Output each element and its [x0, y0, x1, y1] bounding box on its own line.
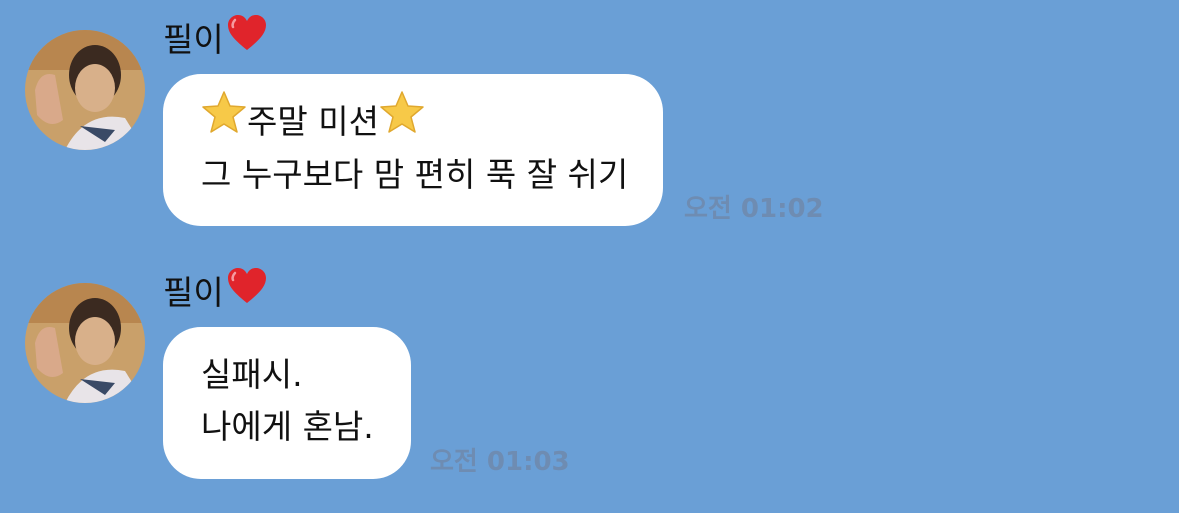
message-line: 주말 미션 [201, 91, 625, 149]
message-bubble[interactable]: 실패시. 나에게 혼남. [163, 327, 411, 479]
message-text: 주말 미션 [247, 102, 379, 141]
avatar[interactable] [25, 30, 145, 150]
sender-name: 필이 [163, 15, 268, 63]
message-timestamp: 오전 01:03 [430, 447, 570, 477]
message-bubble[interactable]: 주말 미션 그 누구보다 맘 편히 푹 잘 쉬기 [163, 74, 663, 226]
star-icon [201, 90, 247, 149]
sender-name-text: 필이 [163, 273, 224, 312]
message-line: 나에게 혼남. [201, 407, 374, 446]
message-line: 그 누구보다 맘 편히 푹 잘 쉬기 [201, 155, 629, 194]
message-line: 실패시. [201, 355, 303, 394]
avatar[interactable] [25, 283, 145, 403]
message-timestamp: 오전 01:02 [684, 194, 824, 224]
avatar-photo [25, 30, 145, 150]
sender-name: 필이 [163, 268, 268, 316]
heart-icon [226, 267, 268, 316]
avatar-photo [25, 283, 145, 403]
sender-name-text: 필이 [163, 20, 224, 59]
star-icon [379, 90, 425, 149]
heart-icon [226, 14, 268, 63]
